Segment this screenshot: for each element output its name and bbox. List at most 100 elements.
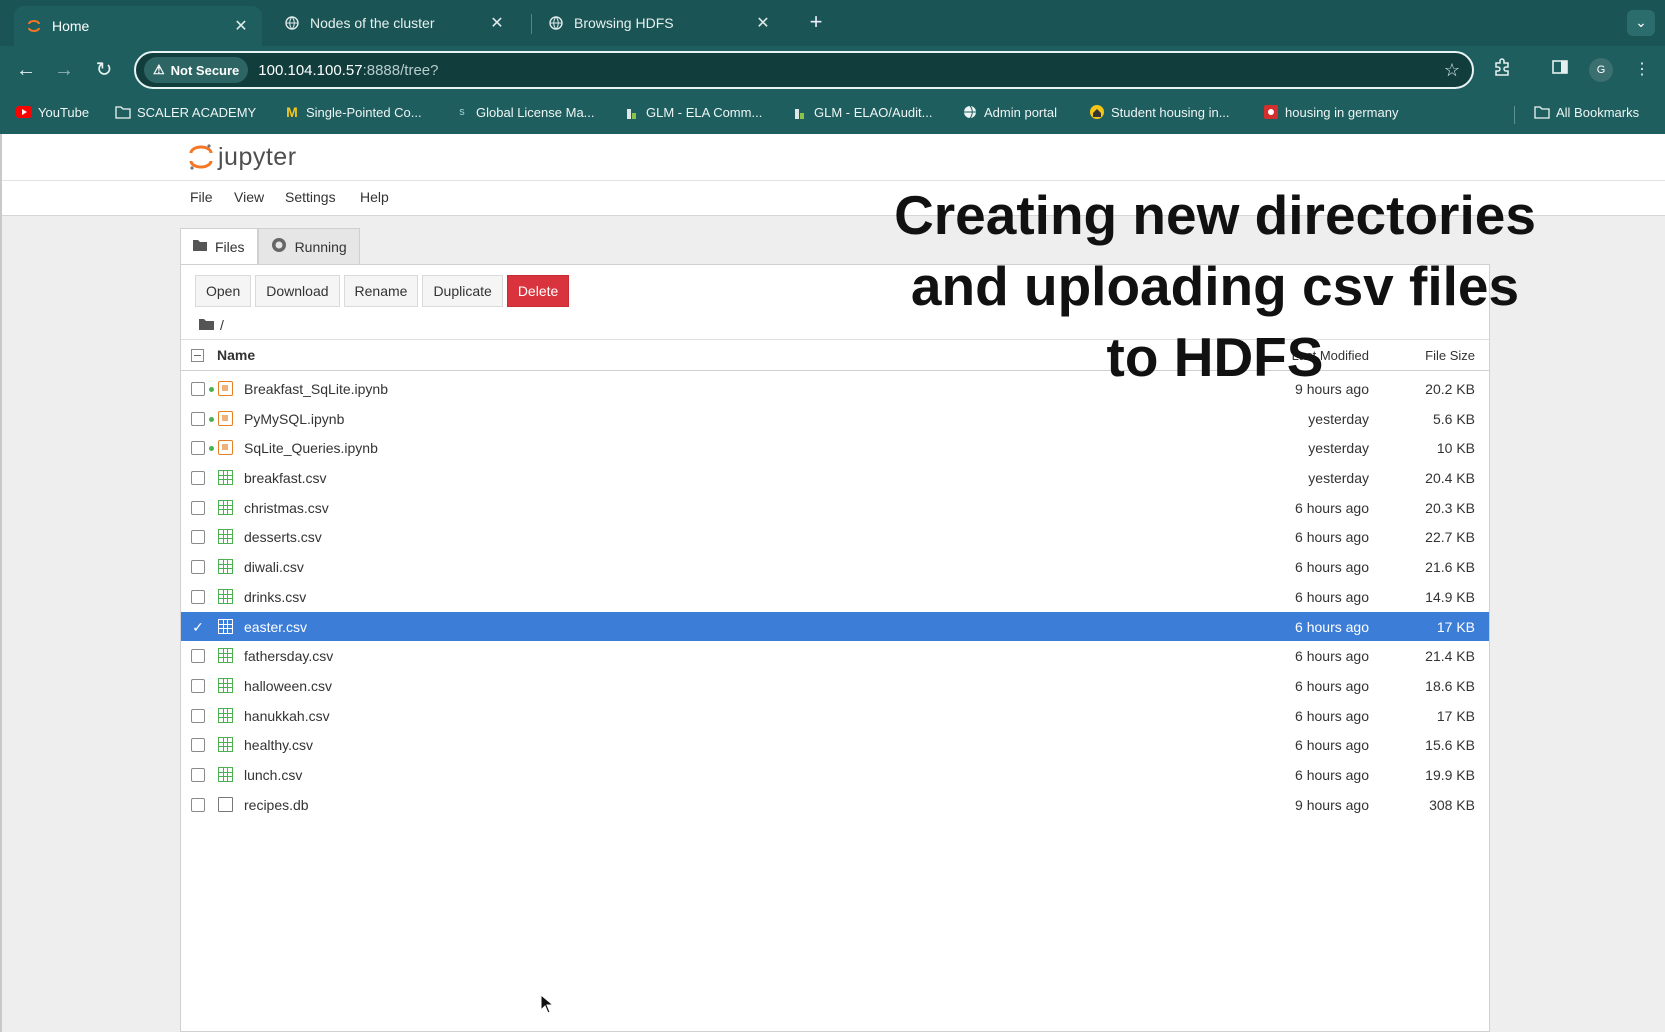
menu-view[interactable]: View xyxy=(234,189,264,205)
file-modified: yesterday xyxy=(1308,470,1369,487)
file-row[interactable]: desserts.csv 6 hours ago 22.7 KB xyxy=(181,522,1489,552)
file-row[interactable]: lunch.csv 6 hours ago 19.9 KB xyxy=(181,760,1489,790)
bookmark-housing-germany[interactable]: housing in germany xyxy=(1263,104,1398,120)
bookmark-single-pointed[interactable]: M Single-Pointed Co... xyxy=(284,104,421,120)
file-name[interactable]: christmas.csv xyxy=(244,500,329,516)
file-name[interactable]: drinks.csv xyxy=(244,589,306,605)
file-name[interactable]: recipes.db xyxy=(244,797,309,813)
all-bookmarks[interactable]: All Bookmarks xyxy=(1534,104,1639,120)
tab-running[interactable]: Running xyxy=(257,228,360,264)
select-all-checkbox[interactable] xyxy=(191,349,204,362)
bookmark-glm-ela-comm[interactable]: GLM - ELA Comm... xyxy=(624,104,762,120)
jupyter-logo-icon xyxy=(189,144,213,170)
breadcrumb-path[interactable]: / xyxy=(220,317,224,333)
new-tab-icon[interactable]: + xyxy=(805,10,827,36)
file-modified: 6 hours ago xyxy=(1295,766,1369,783)
row-checkbox[interactable] xyxy=(191,708,205,723)
row-checkbox[interactable] xyxy=(191,649,205,664)
bookmark-student-housing[interactable]: Student housing in... xyxy=(1089,104,1230,120)
row-checkbox[interactable] xyxy=(191,471,205,486)
menu-file[interactable]: File xyxy=(190,189,213,205)
bookmark-youtube[interactable]: YouTube xyxy=(16,104,89,120)
file-name[interactable]: easter.csv xyxy=(244,619,307,635)
file-name[interactable]: fathersday.csv xyxy=(244,648,333,664)
row-checkbox[interactable] xyxy=(191,530,205,545)
file-name[interactable]: desserts.csv xyxy=(244,529,322,545)
bookmark-global-license[interactable]: s Global License Ma... xyxy=(454,104,594,120)
bookmark-label: YouTube xyxy=(38,104,90,120)
duplicate-button[interactable]: Duplicate xyxy=(422,275,503,307)
more-menu-icon[interactable]: ⋮ xyxy=(1630,58,1654,82)
file-row[interactable]: breakfast.csv yesterday 20.4 KB xyxy=(181,463,1489,493)
menu-settings[interactable]: Settings xyxy=(285,189,336,205)
close-tab-icon[interactable]: ✕ xyxy=(754,13,772,33)
file-row[interactable]: recipes.db 9 hours ago 308 KB xyxy=(181,790,1489,820)
tab-label: Files xyxy=(215,238,245,255)
row-checkbox[interactable] xyxy=(191,560,205,575)
open-button[interactable]: Open xyxy=(195,275,252,307)
row-checkbox[interactable] xyxy=(191,738,205,753)
row-checkbox[interactable] xyxy=(191,589,205,604)
bookmark-glm-elao-audit[interactable]: GLM - ELAO/Audit... xyxy=(792,104,933,120)
delete-button[interactable]: Delete xyxy=(506,275,570,307)
folder-icon xyxy=(193,239,207,254)
column-name[interactable]: Name xyxy=(217,347,255,363)
tab-home[interactable]: Home ✕ xyxy=(14,6,262,46)
file-row[interactable]: fathersday.csv 6 hours ago 21.4 KB xyxy=(181,641,1489,671)
bookmark-scaler-academy[interactable]: SCALER ACADEMY xyxy=(115,104,256,120)
profile-avatar[interactable]: G xyxy=(1589,58,1613,82)
file-name[interactable]: diwali.csv xyxy=(244,559,304,575)
file-row[interactable]: diwali.csv 6 hours ago 21.6 KB xyxy=(181,552,1489,582)
file-size: 18.6 KB xyxy=(1425,677,1475,694)
file-name[interactable]: PyMySQL.ipynb xyxy=(244,411,344,427)
file-name[interactable]: healthy.csv xyxy=(244,737,313,753)
row-checkbox[interactable] xyxy=(191,797,205,812)
address-bar[interactable]: ⚠ Not Secure 100.104.100.57:8888/tree? ☆ xyxy=(134,51,1474,89)
rename-button[interactable]: Rename xyxy=(343,275,419,307)
file-size: 21.6 KB xyxy=(1425,559,1475,576)
row-checkbox[interactable] xyxy=(191,382,205,396)
file-row[interactable]: hanukkah.csv 6 hours ago 17 KB xyxy=(181,701,1489,731)
file-row[interactable]: halloween.csv 6 hours ago 18.6 KB xyxy=(181,671,1489,701)
tab-nodes[interactable]: Nodes of the cluster ✕ xyxy=(272,6,518,40)
spreadsheet-icon xyxy=(218,529,233,545)
jupyter-logo[interactable]: jupyter xyxy=(188,142,297,172)
bookmark-star-icon[interactable]: ☆ xyxy=(1444,60,1460,81)
bookmark-admin-portal[interactable]: Admin portal xyxy=(962,104,1057,120)
file-name[interactable]: SqLite_Queries.ipynb xyxy=(244,440,378,456)
row-checkbox[interactable]: ✓ xyxy=(191,620,205,634)
download-button[interactable]: Download xyxy=(255,275,340,307)
file-name[interactable]: lunch.csv xyxy=(244,767,302,783)
file-row[interactable]: healthy.csv 6 hours ago 15.6 KB xyxy=(181,730,1489,760)
row-checkbox[interactable] xyxy=(191,411,205,426)
close-tab-icon[interactable]: ✕ xyxy=(232,16,250,36)
reload-icon[interactable]: ↻ xyxy=(90,56,118,84)
tab-separator xyxy=(531,14,532,34)
bookmark-label: housing in germany xyxy=(1285,104,1399,120)
file-row[interactable]: ✓ easter.csv 6 hours ago 17 KB xyxy=(181,611,1489,642)
file-row[interactable]: christmas.csv 6 hours ago 20.3 KB xyxy=(181,493,1489,523)
row-checkbox[interactable] xyxy=(191,500,205,515)
extensions-icon[interactable] xyxy=(1490,58,1514,82)
file-name[interactable]: Breakfast_SqLite.ipynb xyxy=(244,381,388,397)
file-row[interactable]: drinks.csv 6 hours ago 14.9 KB xyxy=(181,582,1489,612)
file-name[interactable]: breakfast.csv xyxy=(244,470,326,486)
tab-files[interactable]: Files xyxy=(180,228,258,264)
file-name[interactable]: hanukkah.csv xyxy=(244,708,330,724)
file-row[interactable]: PyMySQL.ipynb yesterday 5.6 KB xyxy=(181,404,1489,434)
url-path: :8888/tree? xyxy=(362,61,439,79)
folder-icon[interactable] xyxy=(199,318,214,333)
menu-help[interactable]: Help xyxy=(360,189,389,205)
file-name[interactable]: halloween.csv xyxy=(244,678,332,694)
close-tab-icon[interactable]: ✕ xyxy=(488,13,506,33)
side-panel-icon[interactable] xyxy=(1548,58,1572,82)
file-row[interactable]: SqLite_Queries.ipynb yesterday 10 KB xyxy=(181,433,1489,463)
tab-browsing-hdfs[interactable]: Browsing HDFS ✕ xyxy=(536,6,784,40)
tab-search-icon[interactable]: ⌄ xyxy=(1627,10,1655,36)
back-icon[interactable]: ← xyxy=(12,56,40,84)
row-checkbox[interactable] xyxy=(191,767,205,782)
forward-icon[interactable]: → xyxy=(50,56,78,84)
row-checkbox[interactable] xyxy=(191,441,205,456)
security-chip[interactable]: ⚠ Not Secure xyxy=(144,57,249,83)
row-checkbox[interactable] xyxy=(191,678,205,693)
